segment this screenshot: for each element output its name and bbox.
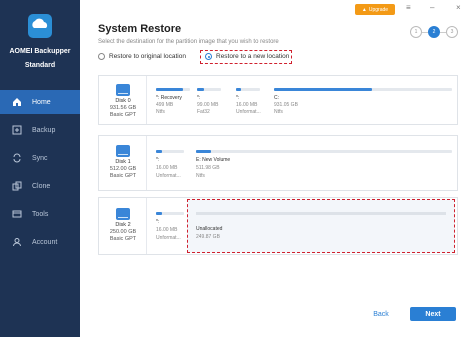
partition-size: 99.00 MB — [197, 102, 219, 108]
clone-icon — [8, 181, 26, 191]
step-2: 2 — [428, 26, 440, 38]
sidebar-item-account[interactable]: Account — [0, 230, 80, 254]
partition-fs: Ntfs — [156, 109, 165, 115]
disk-type: Basic GPT — [109, 173, 137, 179]
sync-icon — [8, 153, 26, 163]
disk-icon — [116, 145, 130, 157]
disk-row: Disk 1 512.00 GB Basic GPT *: 16.00 MB U… — [98, 135, 458, 191]
aomei-logo-icon — [28, 14, 52, 38]
unallocated-partition[interactable]: Unallocated 249.87 GB — [187, 199, 455, 253]
partition-label[interactable]: E: New Volume — [196, 157, 230, 163]
account-icon — [8, 237, 26, 247]
app-name: AOMEI Backupper — [9, 48, 71, 55]
partition-size: 511.98 GB — [196, 165, 220, 171]
partition-bar — [156, 88, 190, 91]
restore-original-radio[interactable]: Restore to original location — [98, 53, 186, 60]
disk-info: Disk 1 512.00 GB Basic GPT — [99, 136, 147, 190]
partition-bar — [196, 150, 452, 153]
radio-indicator — [98, 53, 105, 60]
highlight-box — [200, 50, 292, 64]
sidebar-item-label: Account — [32, 238, 58, 246]
partition-size: 16.00 MB — [156, 165, 178, 171]
disk-info: Disk 0 931.56 GB Basic GPT — [99, 76, 147, 124]
step-3: 3 — [446, 26, 458, 38]
partition-bar — [274, 88, 452, 91]
partition-label[interactable]: *: — [156, 219, 159, 225]
partition-bar — [197, 88, 221, 91]
partition-size: 249.87 GB — [196, 234, 220, 240]
partition-label[interactable]: *: — [236, 95, 239, 101]
partition-bar — [236, 88, 260, 91]
partition-label: Unallocated — [196, 226, 223, 232]
step-indicator: 1 2 3 — [410, 26, 458, 38]
partition-label[interactable]: C: — [274, 95, 279, 101]
back-button[interactable]: Back — [358, 307, 404, 321]
partition-size: 931.05 GB — [274, 102, 298, 108]
sidebar-item-home[interactable]: Home — [0, 90, 80, 114]
menu-icon[interactable]: ≡ — [406, 3, 411, 12]
sidebar-item-sync[interactable]: Sync — [0, 146, 80, 170]
disk-size: 931.56 GB — [109, 105, 137, 111]
sidebar-item-label: Sync — [32, 154, 48, 162]
sidebar-item-label: Backup — [32, 126, 56, 134]
disk-row: Disk 0 931.56 GB Basic GPT *: Recovery 4… — [98, 75, 458, 125]
disk-info: Disk 2 250.00 GB Basic GPT — [99, 198, 147, 254]
disk-size: 512.00 GB — [109, 166, 137, 172]
page-title: System Restore — [98, 23, 182, 35]
sidebar-item-label: Tools — [32, 210, 49, 218]
partition-fs: Ntfs — [196, 173, 205, 179]
page-subtitle: Select the destination for the partition… — [98, 39, 279, 45]
sidebar: AOMEI Backupper Standard Home Backup Syn… — [0, 0, 80, 337]
disk-size: 250.00 GB — [109, 229, 137, 235]
sidebar-item-tools[interactable]: Tools — [0, 202, 80, 226]
partition-bar — [196, 212, 446, 215]
partition-fs: Ntfs — [274, 109, 283, 115]
upgrade-button[interactable]: ▲ Upgrade — [355, 4, 395, 15]
home-icon — [8, 97, 26, 107]
partition-label[interactable]: *: — [197, 95, 200, 101]
partition-fs: Unformat... — [156, 173, 181, 179]
app-edition: Standard — [24, 62, 56, 69]
partition-label[interactable]: *: — [156, 157, 159, 163]
disk-name: Disk 2 — [115, 222, 131, 228]
disk-name: Disk 0 — [115, 98, 131, 104]
partition-label[interactable]: *: Recovery — [156, 95, 182, 101]
upgrade-icon: ▲ — [361, 6, 367, 13]
radio-label: Restore to original location — [109, 53, 186, 60]
partition-bar — [156, 212, 184, 215]
partition-size: 16.00 MB — [236, 102, 258, 108]
next-button[interactable]: Next — [410, 307, 456, 321]
minimize-icon[interactable]: – — [430, 3, 434, 12]
partition-fs: Unformat... — [156, 235, 181, 241]
upgrade-label: Upgrade — [368, 6, 389, 13]
partition-bar — [156, 150, 184, 153]
tools-icon — [8, 209, 26, 219]
partition-size: 499 MB — [156, 102, 174, 108]
disk-name: Disk 1 — [115, 159, 131, 165]
partition-size: 16.00 MB — [156, 227, 178, 233]
disk-type: Basic GPT — [109, 112, 137, 118]
partition-fs: Fat32 — [197, 109, 210, 115]
disk-type: Basic GPT — [109, 236, 137, 242]
sidebar-item-label: Clone — [32, 182, 51, 190]
disk-icon — [116, 208, 130, 220]
backup-icon — [8, 125, 26, 135]
sidebar-item-label: Home — [32, 98, 51, 106]
partition-fs: Unformat... — [236, 109, 261, 115]
disk-icon — [116, 84, 130, 96]
sidebar-item-clone[interactable]: Clone — [0, 174, 80, 198]
step-1: 1 — [410, 26, 422, 38]
sidebar-item-backup[interactable]: Backup — [0, 118, 80, 142]
close-icon[interactable]: × — [456, 3, 461, 12]
